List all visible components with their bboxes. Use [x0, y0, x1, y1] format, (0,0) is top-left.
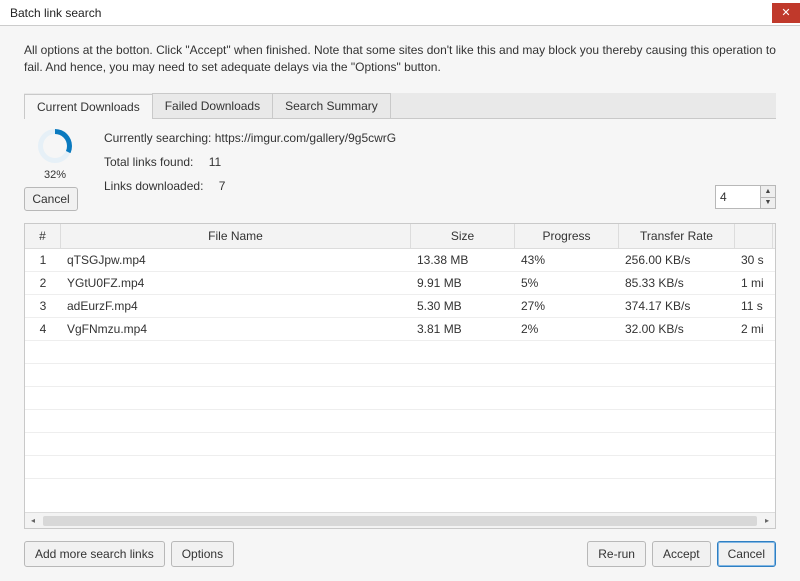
pie-wrap: 32%: [24, 129, 86, 181]
searching-line: Currently searching: https://imgur.com/g…: [104, 131, 697, 145]
cell-index: 4: [25, 319, 61, 339]
cell-filename: adEurzF.mp4: [61, 296, 411, 316]
scrollbar-thumb[interactable]: [43, 516, 757, 526]
cell-index: 2: [25, 273, 61, 293]
triangle-right-icon: ▸: [765, 516, 769, 525]
status-lines: Currently searching: https://imgur.com/g…: [104, 129, 697, 211]
downloaded-line: Links downloaded: 7: [104, 179, 697, 193]
cell-progress: 2%: [515, 319, 619, 339]
spinner-value: 4: [720, 190, 727, 204]
cell-time: 11 s: [735, 296, 773, 316]
chevron-up-icon: ▲: [765, 188, 772, 195]
tab-label: Search Summary: [285, 99, 378, 113]
scroll-left-button[interactable]: ◂: [25, 514, 41, 528]
table-row: [25, 341, 775, 364]
tab-search-summary[interactable]: Search Summary: [272, 93, 391, 118]
tab-failed-downloads[interactable]: Failed Downloads: [152, 93, 273, 118]
cell-rate: 256.00 KB/s: [619, 250, 735, 270]
table-header: # File Name Size Progress Transfer Rate: [25, 224, 775, 249]
cancel-search-button[interactable]: Cancel: [24, 187, 78, 211]
table-row: [25, 387, 775, 410]
table-row[interactable]: 3adEurzF.mp45.30 MB27%374.17 KB/s11 s: [25, 295, 775, 318]
cell-size: 5.30 MB: [411, 296, 515, 316]
titlebar: Batch link search ✕: [0, 0, 800, 26]
table-row[interactable]: 4VgFNmzu.mp43.81 MB2%32.00 KB/s2 mi: [25, 318, 775, 341]
rerun-button[interactable]: Re-run: [587, 541, 646, 567]
cell-index: 1: [25, 250, 61, 270]
cell-progress: 5%: [515, 273, 619, 293]
close-button[interactable]: ✕: [772, 3, 800, 23]
total-line: Total links found: 11: [104, 155, 697, 169]
table-row[interactable]: 2YGtU0FZ.mp49.91 MB5%85.33 KB/s1 mi: [25, 272, 775, 295]
tab-current-downloads[interactable]: Current Downloads: [24, 94, 153, 119]
accept-button[interactable]: Accept: [652, 541, 711, 567]
downloaded-label: Links downloaded:: [104, 179, 203, 193]
concurrency-spinner[interactable]: 4: [715, 185, 761, 209]
total-value: 11: [209, 155, 221, 169]
table-row[interactable]: 1qTSGJpw.mp413.38 MB43%256.00 KB/s30 s: [25, 249, 775, 272]
total-label: Total links found:: [104, 155, 193, 169]
cell-size: 9.91 MB: [411, 273, 515, 293]
spinner-wrap: 4 ▲ ▼: [715, 129, 776, 211]
add-more-links-button[interactable]: Add more search links: [24, 541, 165, 567]
searching-label: Currently searching:: [104, 131, 211, 145]
triangle-left-icon: ◂: [31, 516, 35, 525]
left-buttons: Add more search links Options: [24, 541, 234, 567]
cell-progress: 43%: [515, 250, 619, 270]
tab-label: Failed Downloads: [165, 99, 260, 113]
cell-time: 1 mi: [735, 273, 773, 293]
cell-filename: VgFNmzu.mp4: [61, 319, 411, 339]
spinner-buttons: ▲ ▼: [760, 185, 776, 209]
horizontal-scrollbar[interactable]: ◂ ▸: [25, 512, 775, 528]
col-index[interactable]: #: [25, 224, 61, 248]
table-row: [25, 433, 775, 456]
cell-size: 3.81 MB: [411, 319, 515, 339]
progress-col: 32% Cancel: [24, 129, 86, 211]
col-progress[interactable]: Progress: [515, 224, 619, 248]
progress-pie-icon: [38, 129, 72, 163]
cell-size: 13.38 MB: [411, 250, 515, 270]
cell-rate: 374.17 KB/s: [619, 296, 735, 316]
close-icon: ✕: [781, 6, 790, 19]
table-row: [25, 456, 775, 479]
spinner-up-button[interactable]: ▲: [760, 185, 776, 197]
col-extra[interactable]: [735, 224, 773, 248]
cancel-button[interactable]: Cancel: [717, 541, 776, 567]
tab-label: Current Downloads: [37, 100, 140, 114]
cell-time: 2 mi: [735, 319, 773, 339]
chevron-down-icon: ▼: [765, 199, 772, 206]
scroll-right-button[interactable]: ▸: [759, 514, 775, 528]
tabstrip: Current Downloads Failed Downloads Searc…: [24, 93, 776, 119]
col-filename[interactable]: File Name: [61, 224, 411, 248]
col-size[interactable]: Size: [411, 224, 515, 248]
cell-filename: YGtU0FZ.mp4: [61, 273, 411, 293]
cell-rate: 85.33 KB/s: [619, 273, 735, 293]
status-area: 32% Cancel Currently searching: https://…: [24, 119, 776, 223]
right-buttons: Re-run Accept Cancel: [587, 541, 776, 567]
col-transfer-rate[interactable]: Transfer Rate: [619, 224, 735, 248]
bottom-bar: Add more search links Options Re-run Acc…: [24, 529, 776, 567]
spinner-down-button[interactable]: ▼: [760, 197, 776, 209]
cell-time: 30 s: [735, 250, 773, 270]
table-row: [25, 364, 775, 387]
table-row: [25, 410, 775, 433]
window-title: Batch link search: [10, 6, 101, 20]
searching-value: https://imgur.com/gallery/9g5cwrG: [215, 131, 396, 145]
downloads-table: # File Name Size Progress Transfer Rate …: [24, 223, 776, 529]
table-body: 1qTSGJpw.mp413.38 MB43%256.00 KB/s30 s2Y…: [25, 249, 775, 512]
cell-filename: qTSGJpw.mp4: [61, 250, 411, 270]
cell-index: 3: [25, 296, 61, 316]
cell-rate: 32.00 KB/s: [619, 319, 735, 339]
instructions-text: All options at the botton. Click "Accept…: [24, 42, 776, 77]
cell-progress: 27%: [515, 296, 619, 316]
options-button[interactable]: Options: [171, 541, 234, 567]
progress-percent-label: 32%: [24, 169, 86, 181]
downloaded-value: 7: [219, 179, 226, 193]
dialog-body: All options at the botton. Click "Accept…: [0, 26, 800, 581]
